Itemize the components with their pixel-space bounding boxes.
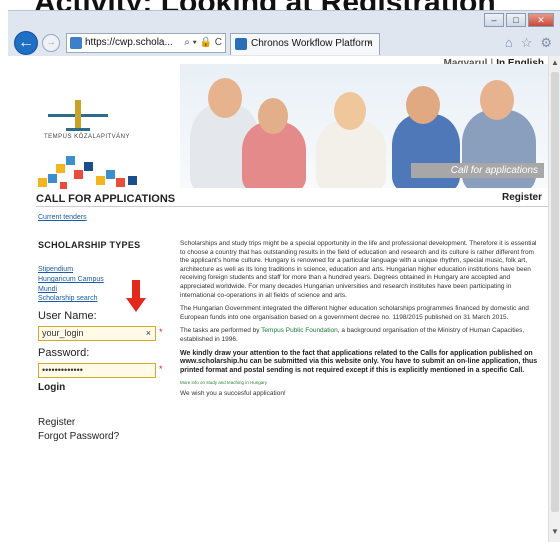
username-input[interactable]: your_login × (38, 326, 156, 341)
scholarship-search-link[interactable]: Scholarship search (38, 295, 98, 302)
login-button[interactable]: Login (38, 382, 65, 393)
username-value: your_login (42, 328, 84, 338)
intro-paragraph: Scholarships and study trips might be a … (180, 240, 537, 299)
vertical-scrollbar[interactable]: ▲ ▼ (548, 56, 560, 542)
more-info-link[interactable]: More info on study and teaching in Hunga… (180, 380, 542, 386)
scroll-up-icon[interactable]: ▲ (551, 58, 559, 67)
tempus-paragraph: The tasks are performed by Tempus Public… (180, 327, 525, 343)
back-button[interactable]: ← (14, 31, 38, 55)
minimize-button[interactable]: – (484, 13, 504, 27)
forward-button[interactable]: → (42, 34, 60, 52)
web-page: Magyarul|In English TEMPUS KÖZALAPITVÁNY… (8, 56, 548, 542)
browser-chrome: – □ ✕ ← → https://cwp.schola... ⌕ ▾ 🔒 C … (8, 10, 560, 56)
clear-input-icon[interactable]: × (146, 327, 151, 340)
username-required-marker: * (159, 327, 163, 337)
logo-text: TEMPUS KÖZALAPITVÁNY (44, 134, 131, 140)
stipendium-hungaricum-link[interactable]: Stipendium Hungaricum Campus Mundi (38, 265, 108, 295)
wish-paragraph: We wish you a succesful application! (180, 390, 286, 398)
scholarship-types-heading: SCHOLARSHIP TYPES (38, 240, 141, 250)
browser-tools: ⌂ ☆ ⚙ (505, 35, 552, 51)
scroll-thumb[interactable] (551, 72, 559, 512)
browser-tab[interactable]: Chronos Workflow Platform × (230, 33, 380, 55)
tab-title: Chronos Workflow Platform (251, 38, 373, 49)
tab-close-icon[interactable]: × (367, 34, 373, 54)
settings-gear-icon[interactable]: ⚙ (540, 35, 552, 51)
forgot-password-link[interactable]: Forgot Password? (38, 431, 119, 442)
register-link-top[interactable]: Register (502, 192, 542, 203)
tab-favicon-icon (235, 38, 247, 50)
red-arrow-icon (126, 280, 146, 314)
tempus-foundation-link[interactable]: Tempus Public Foundation (261, 327, 338, 334)
address-url: https://cwp.schola... (85, 37, 173, 48)
call-for-applications-title: CALL FOR APPLICATIONS (36, 193, 176, 205)
maximize-button[interactable]: □ (506, 13, 526, 27)
close-window-button[interactable]: ✕ (528, 13, 554, 27)
address-bar[interactable]: https://cwp.schola... ⌕ ▾ 🔒 C (66, 33, 226, 53)
tempus-logo (48, 100, 108, 150)
header-divider (36, 206, 548, 207)
current-tenders-link[interactable]: Current tenders (38, 214, 87, 221)
window-controls: – □ ✕ (484, 13, 554, 27)
navigation-bar: ← → https://cwp.schola... ⌕ ▾ 🔒 C Chrono… (8, 29, 560, 57)
password-label: Password: (38, 347, 90, 359)
scroll-down-icon[interactable]: ▼ (551, 527, 559, 536)
main-content: Scholarships and study trips might be a … (180, 240, 542, 404)
register-link[interactable]: Register (38, 417, 75, 428)
username-label: User Name: (38, 310, 97, 322)
back-arrow-icon: ← (18, 34, 34, 51)
forward-arrow-icon: → (46, 37, 56, 48)
site-favicon-icon (70, 37, 82, 49)
password-required-marker: * (159, 364, 163, 374)
address-tools[interactable]: ⌕ ▾ 🔒 C (184, 34, 222, 52)
banner-image: Call for applications (180, 64, 548, 188)
banner-caption: Call for applications (410, 163, 544, 178)
favorites-star-icon[interactable]: ☆ (521, 35, 533, 51)
government-paragraph: The Hungarian Government integrated the … (180, 305, 529, 321)
password-value: ••••••••••••• (42, 365, 83, 375)
home-icon[interactable]: ⌂ (505, 35, 513, 51)
notice-paragraph: We kindly draw your attention to the fac… (180, 349, 538, 374)
password-input[interactable]: ••••••••••••• (38, 363, 156, 378)
